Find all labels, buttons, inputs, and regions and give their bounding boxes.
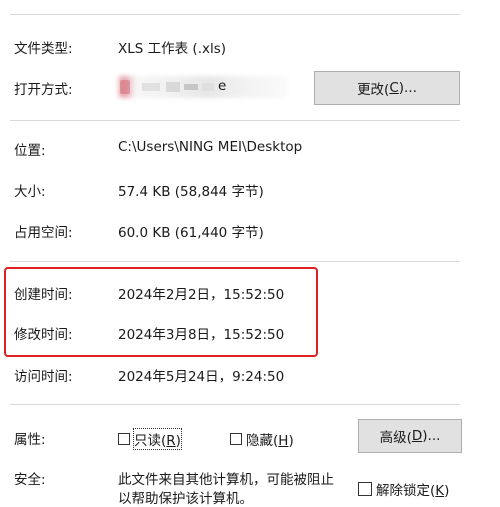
divider-3 [10,404,460,405]
highlight-annotation [4,267,318,357]
unblock-checkbox[interactable]: 解除锁定(K) [358,479,449,499]
advanced-button-suffix: )... [422,428,441,444]
unblock-key: K [435,483,445,499]
modified-value: 2024年3月8日，15:52:50 [118,327,285,343]
accessed-label: 访问时间: [14,369,73,385]
created-label: 创建时间: [14,287,73,303]
accessed-value: 2024年5月24日，9:24:50 [118,369,285,385]
location-value: C:\Users\NING MEI\Desktop [118,139,303,155]
readonly-text: 只读( [134,433,167,449]
divider-1 [10,120,460,121]
attributes-label: 属性: [14,432,46,448]
size-value: 57.4 KB (58,844 字节) [118,184,264,200]
divider-2 [10,261,460,262]
size-on-disk-value: 60.0 KB (61,440 字节) [118,225,264,241]
created-value: 2024年2月2日，15:52:50 [118,287,285,303]
hidden-checkbox-label: 隐藏(H) [246,429,294,449]
change-button-text: 更改( [357,82,390,98]
security-text-line2: 以帮助保护该计算机。 [118,491,253,507]
unblock-suffix: ) [444,483,450,499]
readonly-checkbox-box[interactable] [118,433,130,445]
open-with-app-name: e [218,78,227,94]
modified-label: 修改时间: [14,327,73,343]
security-label: 安全: [14,472,46,488]
redacted-app-name [120,80,214,94]
hidden-checkbox-box[interactable] [230,433,242,445]
security-text-line1: 此文件来自其他计算机，可能被阻止 [118,472,334,488]
unblock-checkbox-box[interactable] [358,482,372,496]
hidden-text: 隐藏( [246,433,279,449]
readonly-key: R [166,433,176,449]
size-label: 大小: [14,184,46,200]
change-button-key: C [389,80,399,96]
file-type-value: XLS 工作表 (.xls) [118,41,227,57]
readonly-checkbox[interactable]: 只读(R) [118,428,182,450]
advanced-button-key: D [411,428,423,444]
advanced-button[interactable]: 高级(D)... [358,419,462,453]
open-with-label: 打开方式: [14,82,73,98]
hidden-suffix: ) [288,433,294,449]
file-type-label: 文件类型: [14,41,73,57]
advanced-button-text: 高级( [379,430,412,446]
size-on-disk-label: 占用空间: [14,225,73,241]
hidden-key: H [278,433,289,449]
location-label: 位置: [14,143,46,159]
unblock-text: 解除锁定( [376,483,436,499]
top-divider [10,14,460,15]
hidden-checkbox[interactable]: 隐藏(H) [230,429,294,449]
unblock-checkbox-label: 解除锁定(K) [376,479,449,499]
readonly-checkbox-label: 只读(R) [133,428,182,450]
change-button-suffix: )... [398,80,417,96]
readonly-suffix: ) [175,433,181,449]
change-button[interactable]: 更改(C)... [314,71,460,105]
